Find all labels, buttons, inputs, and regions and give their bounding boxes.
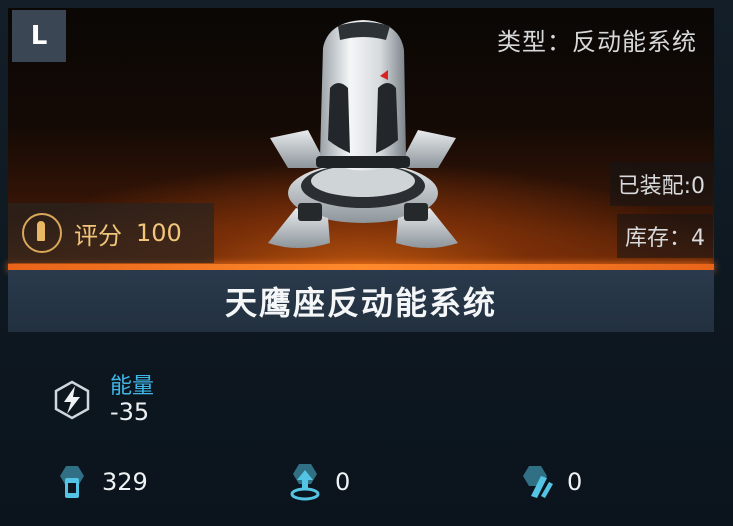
speed-value: 0 bbox=[567, 468, 583, 496]
shield-value: 0 bbox=[335, 468, 351, 496]
armor-value: 329 bbox=[102, 468, 148, 496]
energy-value: -35 bbox=[110, 398, 150, 426]
score-value: 100 bbox=[136, 219, 182, 247]
lightning-hexagon-icon bbox=[54, 380, 90, 420]
speed-stat: 0 bbox=[517, 462, 582, 502]
armor-module-icon bbox=[60, 466, 84, 498]
shield-upgrade-icon bbox=[290, 464, 320, 501]
anti-kinetic-system-image bbox=[268, 20, 458, 248]
shield-stat: 0 bbox=[285, 462, 350, 502]
item-name: 天鹰座反动能系统 bbox=[224, 284, 497, 322]
speed-hex-icon bbox=[523, 466, 553, 498]
equipped-count: 已装配:0 bbox=[609, 162, 713, 206]
grade-badge: L bbox=[12, 10, 66, 62]
score-panel: 评分 100 bbox=[8, 203, 214, 263]
bullet-icon bbox=[22, 213, 62, 253]
score-label: 评分 bbox=[74, 221, 122, 250]
armor-stat: 329 bbox=[52, 462, 148, 502]
item-name-bar: 天鹰座反动能系统 bbox=[8, 270, 714, 332]
energy-label: 能量 bbox=[110, 374, 155, 399]
stock-count: 库存：4 bbox=[617, 214, 713, 258]
item-detail-card: L 类型：反动能系统 已装配:0 库存：4 评分 100 天鹰座反动能系统 能量… bbox=[0, 0, 733, 526]
item-type-label: 类型：反动能系统 bbox=[497, 28, 697, 56]
